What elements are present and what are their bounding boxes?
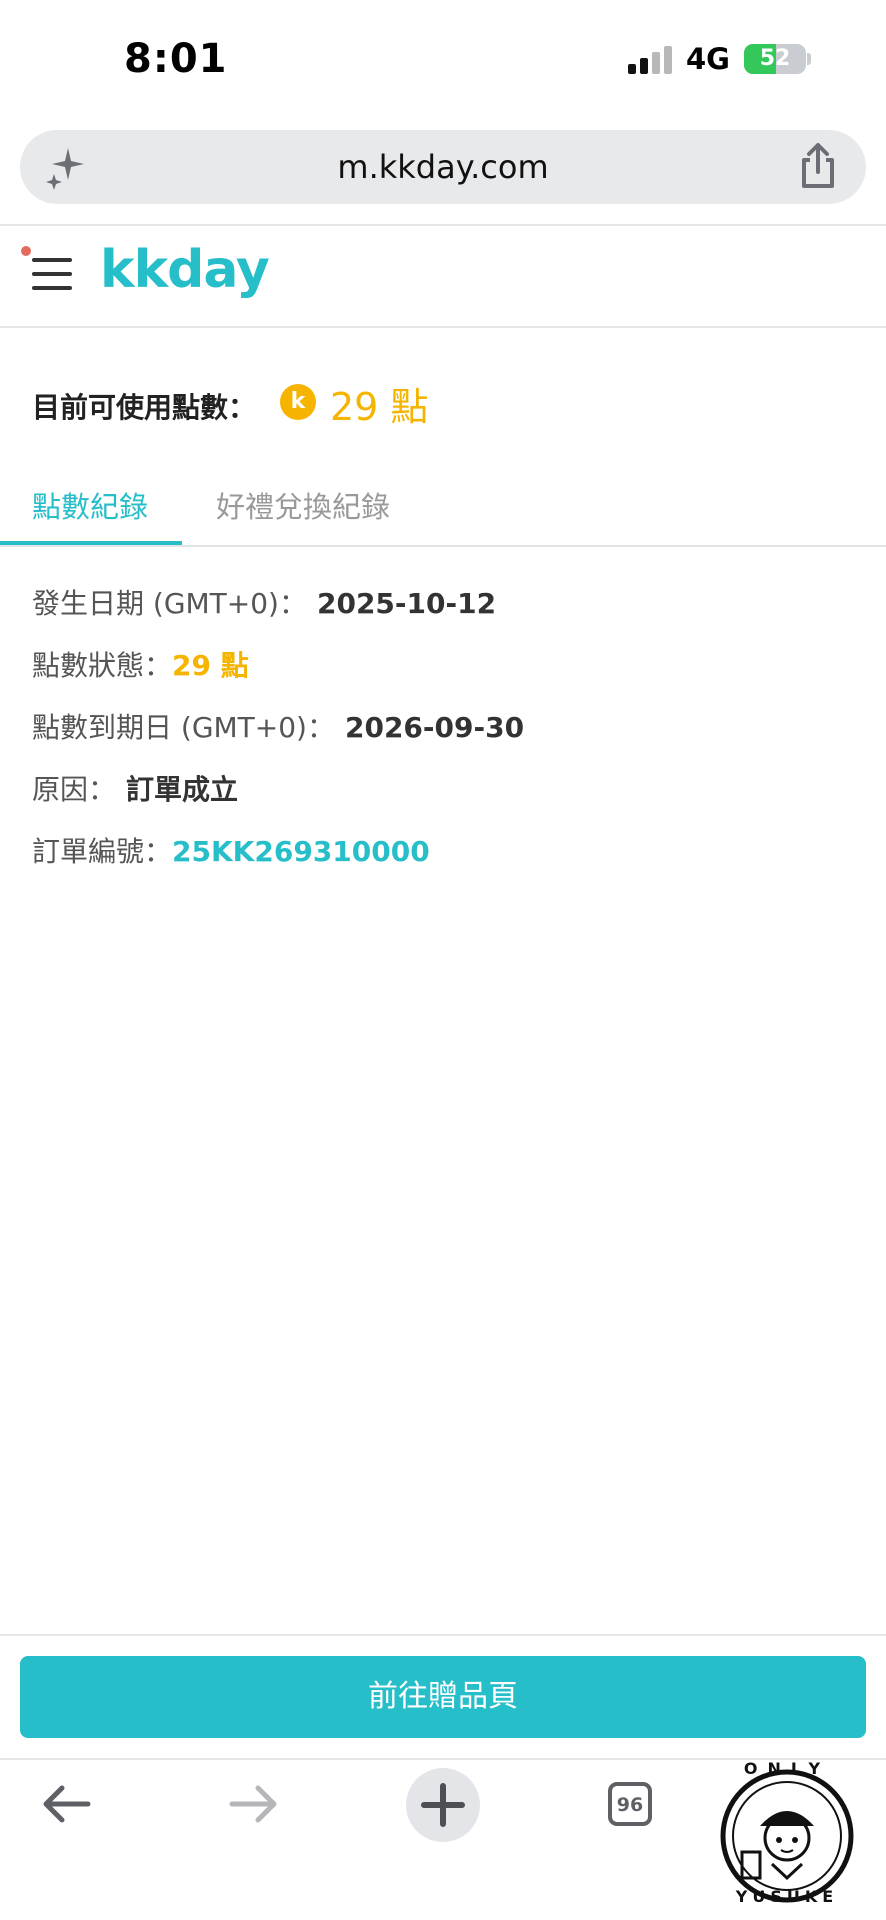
record-order-label: 訂單編號：: [32, 835, 173, 868]
network-type: 4G: [686, 42, 730, 76]
header-divider: [0, 326, 886, 328]
kkday-logo[interactable]: kkday: [100, 240, 270, 300]
record-date-value: 2025-10-12: [316, 587, 497, 620]
footer-divider: [0, 1634, 886, 1636]
cell-signal-icon: [628, 46, 674, 74]
url-text[interactable]: m.kkday.com: [20, 148, 866, 186]
url-bar[interactable]: m.kkday.com: [20, 130, 866, 204]
record-reason-label: 原因：: [32, 773, 117, 806]
record-date-row: 發生日期 (GMT+0)： 2025-10-12: [32, 582, 496, 622]
go-to-gifts-button[interactable]: 前往贈品頁: [20, 1656, 866, 1738]
battery-tip: [807, 53, 811, 65]
record-expiry-value: 2026-09-30: [344, 711, 525, 744]
battery-percent: 52: [759, 46, 791, 71]
record-status-row: 點數狀態：29 點: [32, 644, 249, 684]
tabs-icon[interactable]: 96: [608, 1782, 652, 1826]
new-tab-button[interactable]: [406, 1768, 480, 1842]
svg-text:ONLY: ONLY: [744, 1759, 830, 1778]
record-reason-row: 原因： 訂單成立: [32, 768, 238, 808]
record-reason-value: 訂單成立: [126, 773, 239, 806]
points-value: 29 點: [330, 385, 429, 429]
watermark-stamp: ONLY YUSUKE: [720, 1759, 854, 1906]
record-expiry-label: 點數到期日 (GMT+0)：: [32, 711, 335, 744]
svg-text:YUSUKE: YUSUKE: [735, 1887, 838, 1906]
tab-divider: [0, 545, 886, 547]
forward-arrow-icon[interactable]: [228, 1782, 280, 1826]
notification-dot: [21, 246, 31, 256]
tab-points-history[interactable]: 點數紀錄: [32, 484, 148, 526]
record-date-label: 發生日期 (GMT+0)：: [32, 587, 307, 620]
record-expiry-row: 點數到期日 (GMT+0)： 2026-09-30: [32, 706, 524, 746]
active-tab-indicator: [0, 541, 182, 545]
browser-divider: [0, 224, 886, 226]
coin-icon: k: [280, 384, 316, 420]
battery-icon: 52: [744, 44, 806, 74]
points-label: 目前可使用點數：: [32, 391, 257, 424]
share-icon[interactable]: [796, 142, 840, 190]
record-status-label: 點數狀態：: [32, 649, 173, 682]
status-time: 8:01: [124, 36, 228, 82]
record-order-link[interactable]: 25KK269310000: [172, 835, 430, 868]
record-order-row: 訂單編號：25KK269310000: [32, 830, 430, 870]
back-arrow-icon[interactable]: [40, 1782, 92, 1826]
record-status-value: 29 點: [172, 649, 249, 682]
tab-redemption-history[interactable]: 好禮兌換紀錄: [216, 484, 390, 526]
plus-icon: [421, 1783, 465, 1827]
menu-icon[interactable]: [32, 258, 72, 290]
sparkle-icon[interactable]: [44, 146, 88, 190]
